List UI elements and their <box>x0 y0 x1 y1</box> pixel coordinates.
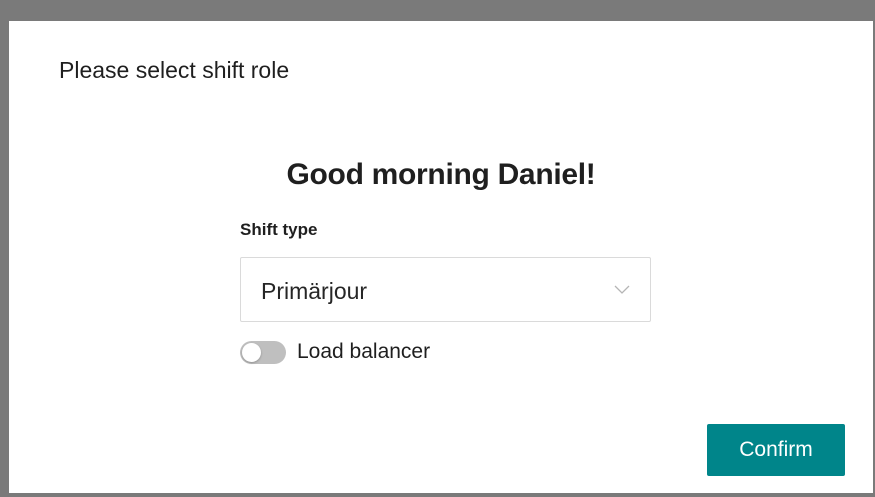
greeting-heading: Good morning Daniel! <box>286 158 596 191</box>
shift-type-selected-value: Primärjour <box>261 278 368 304</box>
chevron-down-icon <box>614 285 630 294</box>
load-balancer-row: Load balancer <box>240 337 430 367</box>
confirm-button[interactable]: Confirm <box>707 424 845 476</box>
shift-role-dialog: Please select shift role Good morning Da… <box>9 21 873 493</box>
load-balancer-label: Load balancer <box>297 340 431 363</box>
shift-type-select[interactable]: Primärjour <box>240 257 651 322</box>
load-balancer-toggle[interactable] <box>240 340 286 364</box>
shift-type-label: Shift type <box>240 220 318 239</box>
dialog-title: Please select shift role <box>59 57 290 83</box>
toggle-knob <box>242 342 261 362</box>
